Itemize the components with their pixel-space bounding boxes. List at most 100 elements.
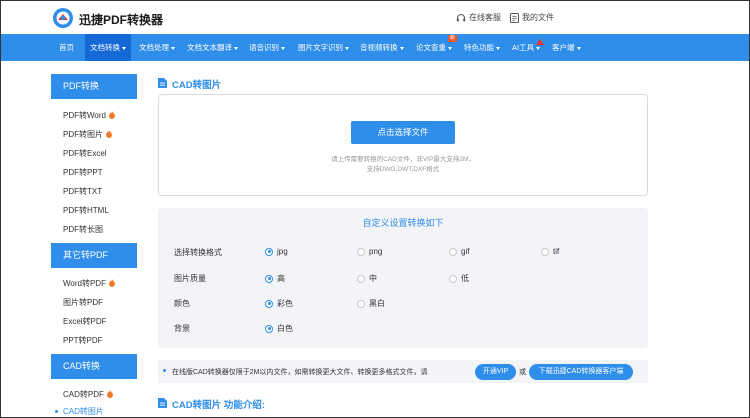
download-client-button[interactable]: 下载迅捷CAD转换器客户端 — [529, 364, 633, 380]
settings-title: 自定义设置转换如下 — [362, 218, 444, 228]
fire-icon — [108, 279, 115, 287]
color-option-bw[interactable]: 黑白 — [357, 298, 385, 309]
sidebar-group-cad-convert: CAD转换 — [51, 354, 137, 379]
fire-icon — [106, 390, 113, 398]
sidebar-item-cad-to-pdf[interactable]: CAD转PDF — [63, 389, 113, 400]
nav-document-process-label: 文档处理 — [139, 43, 169, 52]
sidebar-item-word-to-pdf[interactable]: Word转PDF — [63, 278, 115, 289]
quality-label: 图片质量 — [174, 274, 206, 283]
sidebar-item-label: CAD转PDF — [63, 390, 104, 399]
notice-bullet — [163, 369, 166, 372]
sidebar-item-pdf-to-excel[interactable]: PDF转Excel — [63, 148, 107, 159]
settings-panel — [158, 208, 648, 348]
color-option-color[interactable]: 彩色 — [265, 298, 293, 309]
nav-document-translate[interactable]: 文档文本翻译 — [187, 34, 238, 61]
option-label: gif — [461, 247, 470, 256]
sidebar-item-ppt-to-pdf[interactable]: PPT转PDF — [63, 335, 103, 346]
background-option-white[interactable]: 白色 — [265, 323, 293, 334]
active-dot — [55, 410, 58, 413]
radio-selected-icon — [265, 324, 273, 333]
nav-document-convert-label: 文档转换 — [90, 43, 120, 52]
nav-client[interactable]: 客户端 — [552, 34, 581, 61]
nav-home-label: 首页 — [59, 43, 74, 52]
or-text: 或 — [519, 369, 526, 376]
fire-icon — [108, 111, 115, 119]
open-vip-button[interactable]: 开通VIP — [475, 364, 516, 380]
radio-icon — [357, 274, 365, 283]
nav-special-features[interactable]: 特色功能 — [464, 34, 500, 61]
sidebar-item-pdf-to-txt[interactable]: PDF转TXT — [63, 186, 102, 197]
nav-document-convert[interactable]: 文档转换 — [85, 34, 131, 61]
quality-option-high[interactable]: 高 — [265, 273, 285, 284]
my-files-label: 我的文件 — [522, 13, 554, 22]
chevron-down-icon — [496, 46, 500, 50]
online-service-link[interactable]: 在线客服 — [456, 12, 501, 23]
online-service-label: 在线客服 — [469, 13, 501, 22]
format-option-tif[interactable]: tif — [541, 247, 559, 256]
nav-special-features-label: 特色功能 — [464, 43, 494, 52]
document-icon — [510, 12, 519, 23]
option-label: 高 — [277, 274, 285, 283]
upload-hint-line2: 支持DWG,DWT,DXF格式 — [366, 166, 440, 173]
my-files-link[interactable]: 我的文件 — [510, 12, 554, 23]
option-label: 彩色 — [277, 299, 293, 308]
quality-option-medium[interactable]: 中 — [357, 273, 377, 284]
format-option-gif[interactable]: gif — [449, 247, 469, 256]
new-badge: 新 — [448, 35, 458, 42]
fire-icon — [106, 130, 112, 138]
sidebar-item-pdf-to-long-image[interactable]: PDF转长图 — [63, 224, 103, 235]
quality-option-low[interactable]: 低 — [449, 273, 469, 284]
radio-icon — [357, 299, 365, 308]
option-label: 中 — [369, 274, 377, 283]
nav-av-convert-label: 音视频转换 — [360, 43, 398, 52]
sidebar-item-excel-to-pdf[interactable]: Excel转PDF — [63, 316, 107, 327]
sidebar-item-pdf-to-word[interactable]: PDF转Word — [63, 110, 115, 121]
file-icon — [158, 78, 167, 88]
chevron-down-icon — [536, 46, 541, 50]
nav-speech-recognition[interactable]: 语音识别 — [249, 34, 285, 61]
color-label: 颜色 — [174, 299, 190, 308]
nav-client-label: 客户端 — [552, 43, 575, 52]
sidebar-item-image-to-pdf[interactable]: 图片转PDF — [63, 297, 103, 308]
radio-selected-icon — [265, 247, 273, 256]
nav-home[interactable]: 首页 — [59, 34, 74, 61]
radio-selected-icon — [265, 299, 273, 308]
radio-icon — [449, 247, 457, 256]
chevron-down-icon — [171, 46, 175, 50]
main-nav: 首页 文档转换 文档处理 文档文本翻译 语音识别 图片文字识别 音视频转换 论文… — [1, 34, 749, 61]
sidebar-item-label: PDF转Word — [63, 111, 106, 120]
nav-document-translate-label: 文档文本翻译 — [187, 43, 232, 52]
sidebar-item-cad-to-image[interactable]: CAD转图片 — [63, 406, 104, 417]
nav-speech-recognition-label: 语音识别 — [249, 43, 279, 52]
choose-file-button[interactable]: 点击选择文件 — [351, 121, 455, 144]
sidebar-item-label: Word转PDF — [63, 279, 106, 288]
option-label: jpg — [277, 247, 288, 256]
format-option-jpg[interactable]: jpg — [265, 247, 288, 256]
sidebar-group-pdf-convert: PDF转换 — [51, 74, 137, 99]
chevron-down-icon — [122, 46, 126, 50]
upload-hint-line1: 请上传需要转换的CAD文件，非VIP最大支持2M， — [331, 156, 475, 163]
nav-image-ocr[interactable]: 图片文字识别 — [298, 34, 349, 61]
chevron-down-icon — [399, 46, 404, 50]
option-label: 黑白 — [369, 299, 385, 308]
sidebar-item-pdf-to-html[interactable]: PDF转HTML — [63, 205, 109, 216]
nav-document-process[interactable]: 文档处理 — [139, 34, 175, 61]
option-label: tif — [553, 247, 560, 256]
nav-image-ocr-label: 图片文字识别 — [298, 43, 343, 52]
chevron-down-icon — [576, 46, 581, 50]
hot-arrow-icon — [536, 39, 544, 45]
nav-plagiarism-check[interactable]: 论文查重 — [416, 34, 452, 61]
upload-dropzone[interactable] — [158, 94, 648, 196]
format-option-png[interactable]: png — [357, 247, 382, 256]
sidebar-item-pdf-to-ppt[interactable]: PDF转PPT — [63, 167, 103, 178]
sidebar-group-other-to-pdf: 其它转PDF — [51, 243, 137, 268]
intro-title: CAD转图片 功能介绍: — [172, 400, 265, 411]
nav-plagiarism-check-label: 论文查重 — [416, 43, 446, 52]
chevron-down-icon — [345, 46, 349, 50]
nav-av-convert[interactable]: 音视频转换 — [360, 34, 404, 61]
logo-text[interactable]: 迅捷PDF转换器 — [79, 11, 163, 28]
sidebar-item-pdf-to-image[interactable]: PDF转图片 — [63, 129, 112, 140]
logo-icon[interactable] — [52, 7, 74, 29]
notice-text: 在线版CAD转换器仅限于2M以内文件，如需转换更大文件、转换更多格式文件，请 — [172, 369, 428, 376]
radio-icon — [541, 247, 549, 256]
